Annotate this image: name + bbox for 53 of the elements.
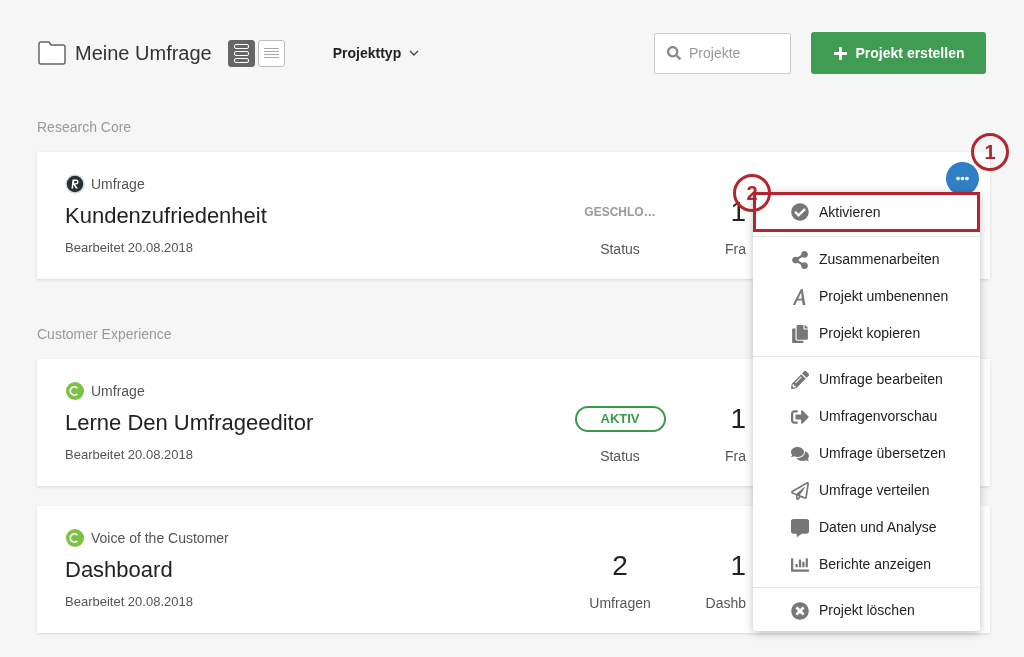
menu-item[interactable]: Zusammenarbeiten xyxy=(753,241,980,278)
menu-item[interactable]: Berichte anzeigen xyxy=(753,546,980,583)
status-text: GESCHLO… xyxy=(584,204,656,221)
bar-chart-icon xyxy=(791,555,809,574)
edited-date: Bearbeitet 20.08.2018 xyxy=(65,445,194,464)
stat-label: Fra xyxy=(725,447,746,466)
plus-icon xyxy=(832,45,848,61)
stat-label: Dashb xyxy=(705,594,746,613)
chevron-down-icon xyxy=(409,50,420,56)
search-field[interactable]: Projekte xyxy=(654,32,791,74)
search-icon xyxy=(667,45,681,60)
stat-value: 1 xyxy=(730,552,746,580)
menu-item[interactable]: Umfragenvorschau xyxy=(753,398,980,435)
stat-label: Status xyxy=(600,240,640,259)
stat-label: Status xyxy=(600,447,640,466)
logo-icon xyxy=(65,381,85,402)
pencil-icon xyxy=(791,370,809,389)
status-badge: AKTIV xyxy=(574,406,666,432)
menu-item[interactable]: Projekt umbenennen xyxy=(753,278,980,315)
menu-item[interactable]: Aktivieren xyxy=(753,192,980,232)
stat-label: Umfragen xyxy=(589,594,651,613)
copy-icon xyxy=(791,324,809,343)
stat-value: 1 xyxy=(730,405,746,433)
project-title: Dashboard xyxy=(65,555,174,584)
project-type: Umfrage xyxy=(91,381,145,401)
page-title: Meine Umfrage xyxy=(75,41,212,66)
edited-date: Bearbeitet 20.08.2018 xyxy=(65,592,194,611)
stat-label: Fra xyxy=(725,240,746,259)
folder-icon xyxy=(37,40,67,66)
comment-icon xyxy=(791,518,809,537)
project-type: Umfrage xyxy=(91,174,145,194)
project-title: Kundenzufriedenheit xyxy=(65,201,267,230)
section-label: Customer Experience xyxy=(37,325,172,344)
edited-date: Bearbeitet 20.08.2018 xyxy=(65,238,194,257)
speech-bubbles-icon xyxy=(791,444,809,463)
menu-item[interactable]: Projekt löschen xyxy=(753,592,980,629)
project-type-dropdown[interactable]: Projekttyp xyxy=(332,42,420,64)
menu-item[interactable]: Umfrage übersetzen xyxy=(753,435,980,472)
logo-icon xyxy=(65,174,85,195)
stat-value: 2 xyxy=(612,552,628,580)
logo-icon xyxy=(65,528,85,549)
share-icon xyxy=(791,250,809,269)
list-view-toggle[interactable] xyxy=(257,39,285,67)
paper-plane-icon xyxy=(791,481,809,500)
menu-item[interactable]: Daten und Analyse xyxy=(753,509,980,546)
project-type: Voice of the Customer xyxy=(91,528,229,548)
card-view-toggle[interactable] xyxy=(227,39,255,67)
section-label: Research Core xyxy=(37,118,132,137)
menu-item[interactable]: Umfrage bearbeiten xyxy=(753,361,980,398)
menu-item[interactable]: Projekt kopieren xyxy=(753,315,980,352)
project-title: Lerne Den Umfrageeditor xyxy=(65,408,314,437)
arrow-bracket-icon xyxy=(791,407,809,426)
callout-marker: 1 xyxy=(971,133,1009,171)
